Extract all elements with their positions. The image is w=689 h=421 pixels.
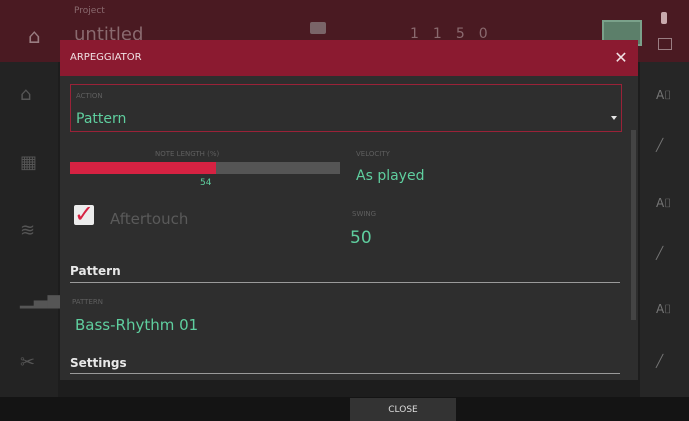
mixer-icon[interactable]: ≋: [20, 220, 35, 241]
tools-icon[interactable]: ✂: [20, 352, 35, 373]
swing-label: SWING: [352, 210, 377, 218]
action-label: ACTION: [76, 92, 103, 100]
pattern-label: PATTERN: [72, 298, 103, 306]
left-toolbar: ⌂ ▦ ≋ ▁▃▅ ✂: [0, 62, 62, 397]
project-label: Project: [74, 6, 105, 16]
pencil-icon[interactable]: ╱: [656, 138, 663, 152]
close-button[interactable]: CLOSE: [350, 398, 456, 421]
folder-icon[interactable]: [310, 22, 326, 34]
home-icon[interactable]: ⌂: [20, 84, 31, 105]
right-toolbar: A⌷ ╱ A⌷ ╱ A⌷ ╱: [640, 62, 689, 397]
velocity-value[interactable]: As played: [356, 168, 424, 184]
automation-icon[interactable]: A⌷: [656, 302, 671, 317]
aftertouch-checkbox[interactable]: ✓: [74, 200, 94, 228]
automation-icon[interactable]: A⌷: [656, 196, 671, 211]
action-value: Pattern: [76, 111, 127, 127]
footer-bar: [0, 397, 689, 421]
arpeggiator-dialog: ARPEGGIATOR ✕ ACTION Pattern NOTE LENGTH…: [60, 40, 638, 380]
settings-section-title: Settings: [70, 356, 127, 370]
velocity-label: VELOCITY: [356, 150, 390, 158]
note-length-label: NOTE LENGTH (%): [155, 150, 220, 158]
home-icon[interactable]: ⌂: [28, 24, 41, 48]
action-select[interactable]: ACTION Pattern: [70, 84, 622, 132]
checkmark-icon: ✓: [74, 200, 95, 228]
usb-icon: [661, 12, 667, 24]
pencil-icon[interactable]: ╱: [656, 246, 663, 260]
note-length-fill: [70, 162, 216, 174]
pattern-section-title: Pattern: [70, 264, 121, 278]
dialog-scrollbar[interactable]: [631, 130, 636, 320]
screen-icon[interactable]: [658, 38, 672, 50]
close-icon[interactable]: ✕: [611, 47, 631, 67]
levels-icon[interactable]: ▁▃▅: [20, 288, 62, 309]
swing-value[interactable]: 50: [350, 228, 372, 248]
pattern-value[interactable]: Bass-Rhythm 01: [75, 316, 198, 334]
automation-icon[interactable]: A⌷: [656, 88, 671, 103]
pencil-icon[interactable]: ╱: [656, 354, 663, 368]
aftertouch-label: Aftertouch: [110, 210, 189, 228]
note-length-slider[interactable]: [70, 162, 340, 174]
dropdown-caret-icon: [611, 116, 617, 120]
note-length-value: 54: [200, 178, 212, 188]
grid-icon[interactable]: ▦: [20, 152, 37, 173]
section-divider: [70, 282, 620, 283]
dialog-header: ARPEGGIATOR ✕: [60, 40, 638, 76]
section-divider: [70, 373, 620, 374]
dialog-title: ARPEGGIATOR: [70, 52, 142, 63]
